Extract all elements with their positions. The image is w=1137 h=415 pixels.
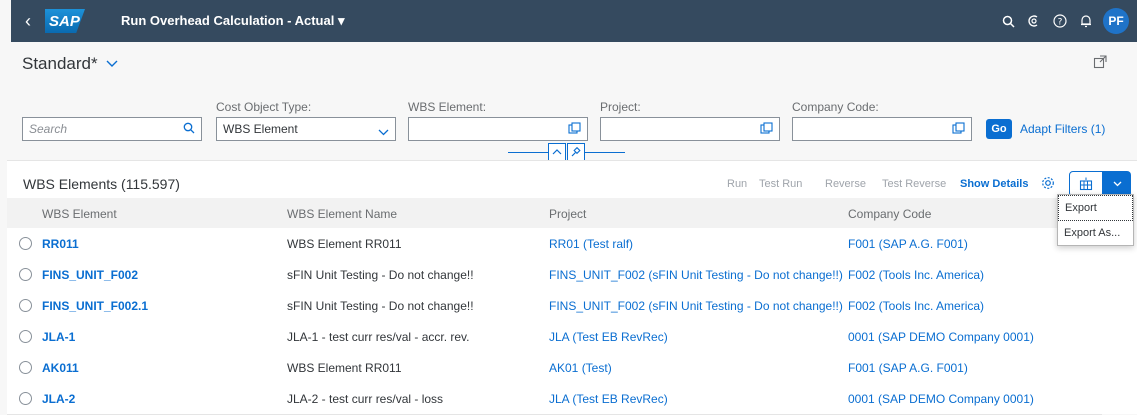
collapse-header-icon[interactable] bbox=[548, 143, 566, 161]
back-icon[interactable]: ‹ bbox=[11, 0, 45, 42]
run-button[interactable]: Run bbox=[727, 178, 747, 190]
test-run-button[interactable]: Test Run bbox=[759, 178, 802, 190]
table-header: WBS Element WBS Element Name Project Com… bbox=[7, 198, 1102, 229]
wbs-element-name: JLA-2 - test curr res/val - loss bbox=[287, 392, 444, 406]
table-row[interactable]: FINS_UNIT_F002 sFIN Unit Testing - Do no… bbox=[7, 259, 1102, 291]
variant-selector[interactable]: Standard* bbox=[22, 54, 118, 74]
column-header-wbs-element[interactable]: WBS Element bbox=[42, 207, 117, 221]
wbs-element-link[interactable]: JLA-2 bbox=[42, 392, 75, 406]
company-code-link[interactable]: 0001 (SAP DEMO Company 0001) bbox=[848, 330, 1034, 344]
menu-item-export[interactable]: Export bbox=[1058, 195, 1133, 221]
copilot-icon[interactable] bbox=[1021, 8, 1047, 34]
chevron-down-icon[interactable] bbox=[378, 125, 389, 139]
svg-text:?: ? bbox=[1058, 18, 1063, 28]
pin-header-icon[interactable] bbox=[567, 143, 585, 161]
table-row[interactable]: JLA-2 JLA-2 - test curr res/val - loss J… bbox=[7, 383, 1102, 415]
company-code-link[interactable]: F002 (Tools Inc. America) bbox=[848, 299, 984, 313]
variant-name: Standard* bbox=[22, 54, 98, 73]
row-radio[interactable] bbox=[19, 237, 32, 250]
chevron-down-icon bbox=[106, 60, 118, 67]
settings-gear-icon[interactable] bbox=[1041, 176, 1055, 193]
company-code-link[interactable]: F001 (SAP A.G. F001) bbox=[848, 361, 968, 375]
user-avatar[interactable]: PF bbox=[1103, 8, 1129, 34]
company-code-link[interactable]: F002 (Tools Inc. America) bbox=[848, 268, 984, 282]
menu-item-export-as[interactable]: Export As... bbox=[1058, 221, 1133, 245]
project-link[interactable]: FINS_UNIT_F002 (sFIN Unit Testing - Do n… bbox=[549, 299, 843, 313]
search-input[interactable]: Search bbox=[22, 117, 202, 141]
company-code-link[interactable]: F001 (SAP A.G. F001) bbox=[848, 237, 968, 251]
cost-object-type-label: Cost Object Type: bbox=[216, 100, 312, 114]
value-help-icon[interactable] bbox=[952, 122, 965, 138]
company-code-link[interactable]: 0001 (SAP DEMO Company 0001) bbox=[848, 392, 1034, 406]
project-link[interactable]: AK01 (Test) bbox=[549, 361, 612, 375]
search-icon[interactable] bbox=[183, 122, 195, 137]
row-radio[interactable] bbox=[19, 268, 32, 281]
project-link[interactable]: RR01 (Test ralf) bbox=[549, 237, 633, 251]
wbs-element-input[interactable] bbox=[408, 117, 588, 141]
value-help-icon[interactable] bbox=[760, 122, 773, 138]
table-row[interactable]: JLA-1 JLA-1 - test curr res/val - accr. … bbox=[7, 321, 1102, 353]
wbs-element-link[interactable]: AK011 bbox=[42, 361, 79, 375]
table-row[interactable]: AK011 WBS Element RR011 AK01 (Test) F001… bbox=[7, 352, 1102, 384]
value-help-icon[interactable] bbox=[568, 122, 581, 138]
wbs-element-name: sFIN Unit Testing - Do not change!! bbox=[287, 299, 474, 313]
help-icon[interactable]: ? bbox=[1047, 8, 1073, 34]
wbs-element-name: JLA-1 - test curr res/val - accr. rev. bbox=[287, 330, 470, 344]
header-divider-left bbox=[508, 152, 548, 153]
project-link[interactable]: JLA (Test EB RevRec) bbox=[549, 392, 668, 406]
row-radio[interactable] bbox=[19, 392, 32, 405]
column-header-project[interactable]: Project bbox=[549, 207, 586, 221]
project-link[interactable]: FINS_UNIT_F002 (sFIN Unit Testing - Do n… bbox=[549, 268, 843, 282]
company-code-label: Company Code: bbox=[792, 100, 879, 114]
shell-bar: ‹ SAP Run Overhead Calculation - Actual … bbox=[11, 0, 1137, 42]
row-radio[interactable] bbox=[19, 299, 32, 312]
wbs-element-name: sFIN Unit Testing - Do not change!! bbox=[287, 268, 474, 282]
row-radio[interactable] bbox=[19, 330, 32, 343]
cost-object-type-select[interactable]: WBS Element bbox=[216, 117, 396, 141]
sap-logo[interactable]: SAP bbox=[45, 9, 85, 33]
company-code-input[interactable] bbox=[792, 117, 972, 141]
search-icon[interactable] bbox=[995, 8, 1021, 34]
show-details-button[interactable]: Show Details bbox=[960, 178, 1028, 190]
wbs-element-name: WBS Element RR011 bbox=[287, 237, 402, 251]
wbs-element-name: WBS Element RR011 bbox=[287, 361, 402, 375]
go-button[interactable]: Go bbox=[986, 119, 1012, 139]
header-divider-right bbox=[585, 152, 625, 153]
project-link[interactable]: JLA (Test EB RevRec) bbox=[549, 330, 668, 344]
table-row[interactable]: FINS_UNIT_F002.1 sFIN Unit Testing - Do … bbox=[7, 290, 1102, 322]
cost-object-type-value: WBS Element bbox=[223, 122, 298, 136]
project-input[interactable] bbox=[600, 117, 780, 141]
search-placeholder: Search bbox=[29, 122, 68, 136]
wbs-element-link[interactable]: FINS_UNIT_F002 bbox=[42, 268, 138, 282]
row-radio[interactable] bbox=[19, 361, 32, 374]
notification-bell-icon[interactable] bbox=[1073, 8, 1099, 34]
spreadsheet-export-icon bbox=[1079, 177, 1093, 191]
project-label: Project: bbox=[600, 100, 641, 114]
adapt-filters-link[interactable]: Adapt Filters (1) bbox=[1020, 122, 1105, 136]
export-menu: Export Export As... bbox=[1057, 194, 1134, 246]
wbs-element-link[interactable]: FINS_UNIT_F002.1 bbox=[42, 299, 148, 313]
app-title-menu[interactable]: Run Overhead Calculation - Actual ▾ bbox=[121, 13, 344, 29]
table-title: WBS Elements (115.597) bbox=[23, 176, 180, 192]
test-reverse-button[interactable]: Test Reverse bbox=[882, 178, 946, 190]
reverse-button[interactable]: Reverse bbox=[825, 178, 866, 190]
wbs-element-link[interactable]: RR011 bbox=[42, 237, 79, 251]
share-icon[interactable] bbox=[1093, 55, 1107, 72]
wbs-element-link[interactable]: JLA-1 bbox=[42, 330, 75, 344]
column-header-wbs-element-name[interactable]: WBS Element Name bbox=[287, 207, 397, 221]
table-row[interactable]: RR011 WBS Element RR011 RR01 (Test ralf)… bbox=[7, 228, 1102, 260]
wbs-element-label: WBS Element: bbox=[408, 100, 487, 114]
column-header-company-code[interactable]: Company Code bbox=[848, 207, 931, 221]
chevron-down-icon bbox=[1113, 181, 1121, 187]
